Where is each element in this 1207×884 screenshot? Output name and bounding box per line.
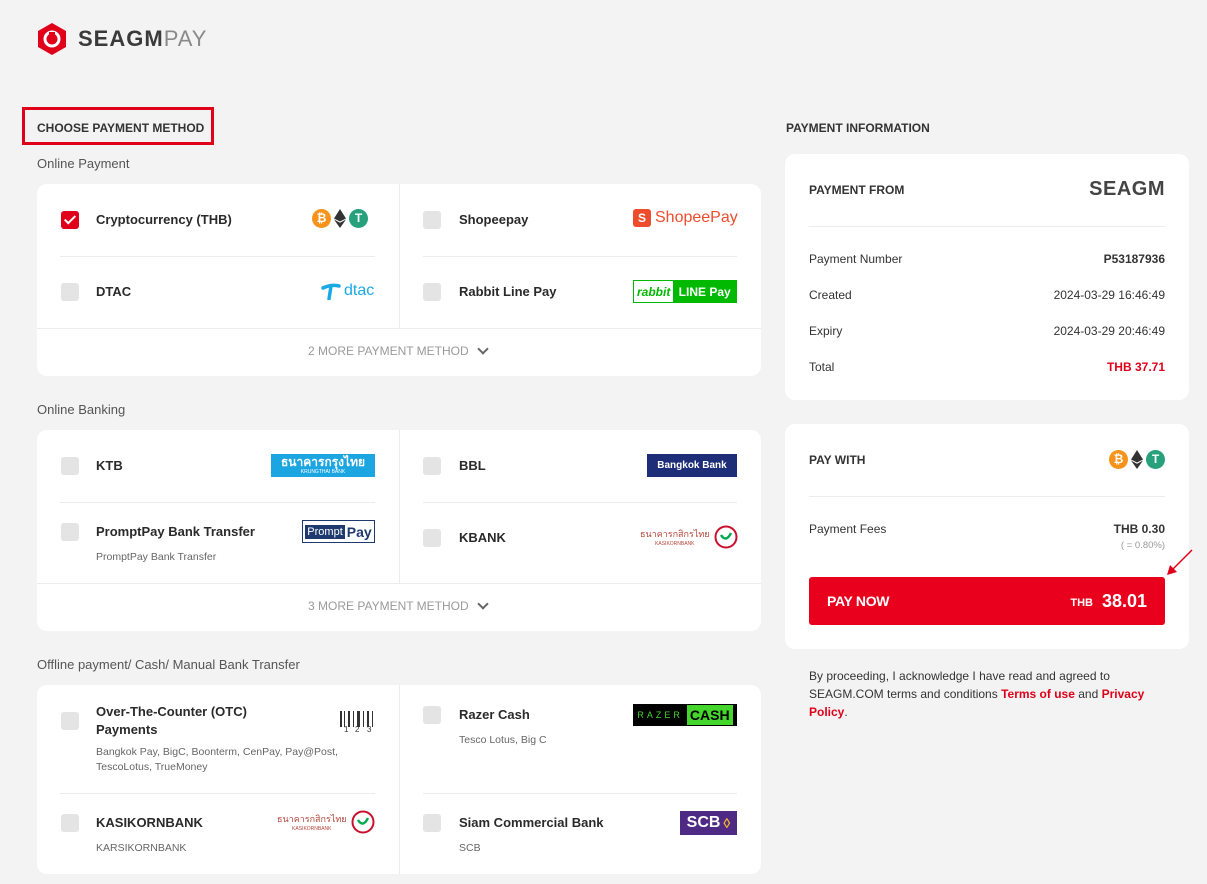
offline-payment-card: Over-The-Counter (OTC) Payments Bangkok …: [37, 685, 761, 874]
terms-of-use-link[interactable]: Terms of use: [1001, 687, 1075, 701]
checkbox-cryptocurrency[interactable]: [61, 211, 79, 229]
checkbox-ktb[interactable]: [61, 457, 79, 475]
option-sublabel: KARSIKORNBANK: [96, 842, 187, 854]
pay-now-button[interactable]: PAY NOW THB 38.01: [809, 577, 1165, 625]
svg-text:3: 3: [367, 725, 372, 733]
offline-payment-title: Offline payment/ Cash/ Manual Bank Trans…: [37, 657, 300, 672]
dtac-logo: dtac: [321, 282, 374, 300]
kasikornbank-logo: ธนาคารกสิกรไทย KASIKORNBANK: [277, 810, 375, 834]
rabbit-line-pay-logo: rabbit LINE Pay: [633, 280, 737, 303]
agreement-end: .: [844, 705, 848, 719]
merchant-logo: SEAGM: [1089, 178, 1165, 200]
pay-now-label: PAY NOW: [827, 593, 890, 609]
option-sublabel: PromptPay Bank Transfer: [96, 551, 217, 563]
payment-info-title: PAYMENT INFORMATION: [786, 121, 930, 135]
ktb-logo: ธนาคารกรุงไทย KRUNGTHAI BANK: [271, 454, 375, 477]
more-label: 2 MORE PAYMENT METHOD: [308, 344, 469, 358]
seagm-logo-icon: [38, 23, 66, 55]
scb-logo: SCB ◊: [680, 811, 737, 835]
pay-now-currency: THB: [1070, 597, 1093, 609]
crypto-logos: ₿ T: [312, 209, 368, 228]
more-online-banking-button[interactable]: 3 MORE PAYMENT METHOD: [308, 598, 489, 613]
expiry-label: Expiry: [809, 324, 843, 338]
chevron-down-icon: [477, 598, 489, 610]
checkbox-kbank[interactable]: [423, 529, 441, 547]
arrow-annotation-icon: [1167, 549, 1193, 575]
checkbox-promptpay[interactable]: [61, 523, 79, 541]
bbl-logo: Bangkok Bank: [647, 454, 737, 477]
online-payment-title: Online Payment: [37, 156, 130, 171]
kbank-leaf-icon: [351, 810, 375, 834]
pay-with-title: PAY WITH: [809, 453, 866, 467]
checkbox-scb[interactable]: [423, 814, 441, 832]
more-label: 3 MORE PAYMENT METHOD: [308, 599, 469, 613]
payment-fees-label: Payment Fees: [809, 522, 887, 536]
checkbox-otc[interactable]: [61, 712, 79, 730]
choose-payment-title: CHOOSE PAYMENT METHOD: [37, 121, 205, 135]
payment-number-label: Payment Number: [809, 252, 903, 266]
otc-barcode-icon: 1 2 3: [340, 711, 373, 733]
created-value: 2024-03-29 16:46:49: [1053, 288, 1165, 302]
option-label: KBANK: [459, 530, 506, 545]
agreement-and: and: [1074, 687, 1102, 701]
checkbox-razer-cash[interactable]: [423, 706, 441, 724]
payment-fees-value: THB 0.30: [1113, 522, 1165, 536]
option-label: Razer Cash: [459, 707, 530, 722]
total-value: THB 37.71: [1106, 360, 1165, 374]
option-label: DTAC: [96, 284, 132, 299]
checkbox-shopeepay[interactable]: [423, 211, 441, 229]
online-banking-title: Online Banking: [37, 402, 126, 417]
agreement-text: By proceeding, I acknowledge I have read…: [809, 667, 1159, 721]
option-label: Siam Commercial Bank: [459, 815, 604, 830]
promptpay-logo: Prompt Pay: [302, 520, 375, 543]
checkbox-dtac[interactable]: [61, 283, 79, 301]
tether-icon: T: [1146, 450, 1165, 469]
option-label: Shopeepay: [459, 212, 529, 227]
pay-with-crypto-logos: ₿ T: [1109, 450, 1165, 469]
option-label: PromptPay Bank Transfer: [96, 524, 255, 539]
checkbox-bbl[interactable]: [423, 457, 441, 475]
razer-cash-logo: RAZER CASH: [633, 704, 737, 726]
more-online-payment-button[interactable]: 2 MORE PAYMENT METHOD: [308, 343, 489, 358]
option-sublabel-line-2: TescoLotus, TrueMoney: [96, 761, 208, 773]
svg-text:1: 1: [344, 725, 349, 733]
kbank-leaf-icon: [714, 525, 738, 549]
shopeepay-logo: S ShopeePay: [633, 209, 738, 227]
option-label-line-2: Payments: [96, 722, 158, 737]
option-sublabel: SCB: [459, 842, 481, 854]
option-label-line-1: Over-The-Counter (OTC): [96, 704, 247, 719]
kbank-logo: ธนาคารกสิกรไทย KASIKORNBANK: [640, 525, 738, 549]
chevron-down-icon: [477, 343, 489, 355]
payment-number-value: P53187936: [1103, 252, 1165, 266]
online-banking-card: KTB ธนาคารกรุงไทย KRUNGTHAI BANK BBL Ban…: [37, 430, 761, 631]
online-payment-card: Cryptocurrency (THB) ₿ T Shopeepay S Sho…: [37, 184, 761, 376]
bitcoin-icon: ₿: [312, 209, 331, 228]
scb-flame-icon: ◊: [723, 815, 731, 831]
payment-from-title: PAYMENT FROM: [809, 183, 905, 197]
checkbox-kasikornbank[interactable]: [61, 814, 79, 832]
created-label: Created: [809, 288, 852, 302]
ethereum-icon: [1131, 450, 1143, 469]
svg-text:2: 2: [355, 725, 360, 733]
total-label: Total: [809, 360, 835, 374]
option-label: Cryptocurrency (THB): [96, 212, 232, 227]
option-sublabel: Tesco Lotus, Big C: [459, 734, 547, 746]
pay-now-amount: 38.01: [1101, 591, 1147, 611]
checkbox-rabbit-line-pay[interactable]: [423, 283, 441, 301]
option-label: BBL: [459, 458, 486, 473]
dtac-icon: [321, 283, 341, 300]
payment-info-card: PAYMENT FROM SEAGM Payment Number P53187…: [785, 154, 1189, 400]
option-label: KTB: [96, 458, 123, 473]
brand-name: SEAGMPAY: [78, 26, 208, 51]
ethereum-icon: [334, 209, 346, 228]
brand-logo[interactable]: SEAGMPAY: [36, 22, 207, 56]
bitcoin-icon: ₿: [1109, 450, 1128, 469]
tether-icon: T: [349, 209, 368, 228]
option-sublabel-line-1: Bangkok Pay, BigC, Boonterm, CenPay, Pay…: [96, 746, 338, 758]
option-label: Rabbit Line Pay: [459, 284, 557, 299]
expiry-value: 2024-03-29 20:46:49: [1053, 324, 1165, 338]
shopee-bag-icon: S: [633, 209, 651, 227]
option-label: KASIKORNBANK: [96, 815, 203, 830]
payment-fees-percent: ( = 0.80%): [1120, 540, 1165, 551]
